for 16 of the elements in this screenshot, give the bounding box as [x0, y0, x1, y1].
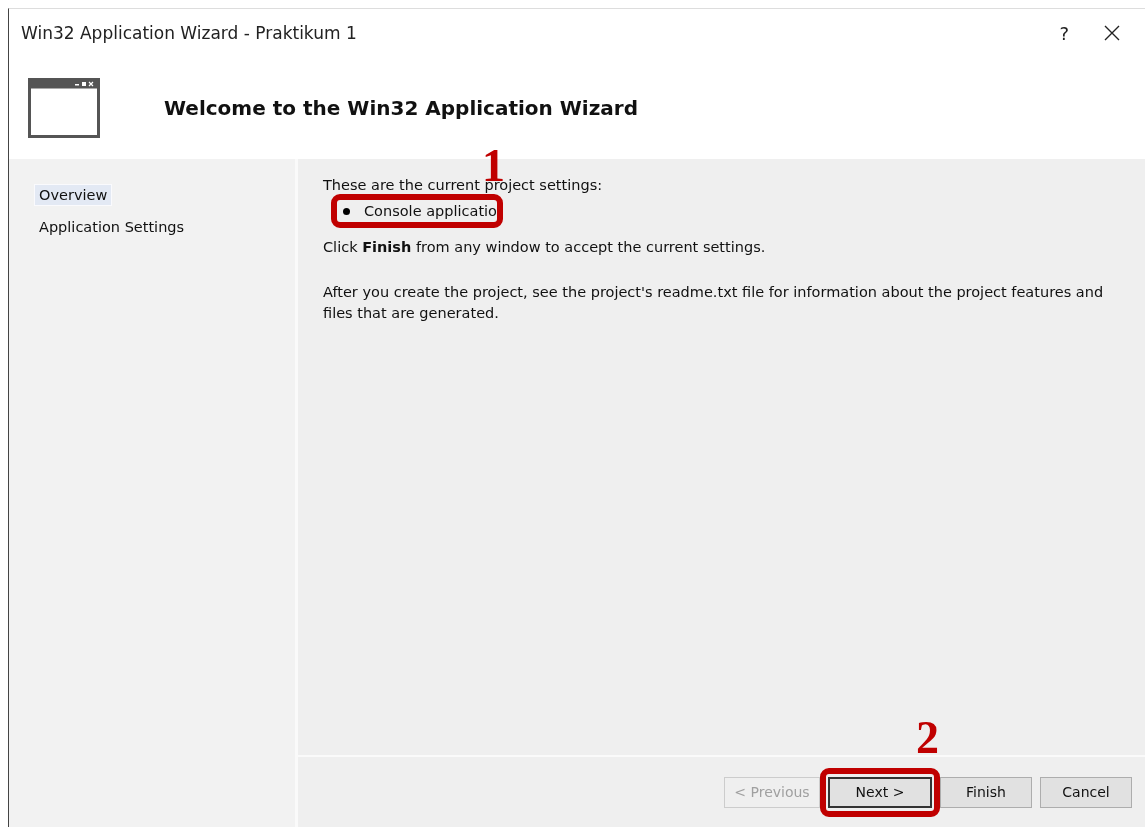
sidebar-item[interactable]: Application Settings	[35, 217, 189, 237]
wizard-button[interactable]: Cancel	[1040, 776, 1132, 808]
wizard-button[interactable]: Next >	[828, 776, 932, 808]
info-paragraph: Click Finish from any window to accept the current settings.	[323, 238, 767, 257]
bullet-icon	[343, 207, 350, 215]
wizard-heading: Welcome to the Win32 Application Wizard	[164, 96, 639, 120]
sidebar-item[interactable]: Overview	[35, 185, 112, 205]
setting-text: Console applicatio	[364, 203, 497, 219]
window-icon	[28, 78, 100, 138]
window-title: Win32 Application Wizard - Praktikum 1	[21, 23, 357, 43]
help-button[interactable]: ?	[1055, 22, 1073, 44]
close-button[interactable]	[1103, 24, 1121, 42]
close-icon	[1103, 24, 1121, 42]
wizard-button[interactable]: Finish	[940, 776, 1032, 808]
info-paragraph: After you create the project, see the project's readme.txt file for information about the project features and files that are generated.	[323, 283, 1105, 323]
annotation-number: 2	[916, 714, 939, 761]
